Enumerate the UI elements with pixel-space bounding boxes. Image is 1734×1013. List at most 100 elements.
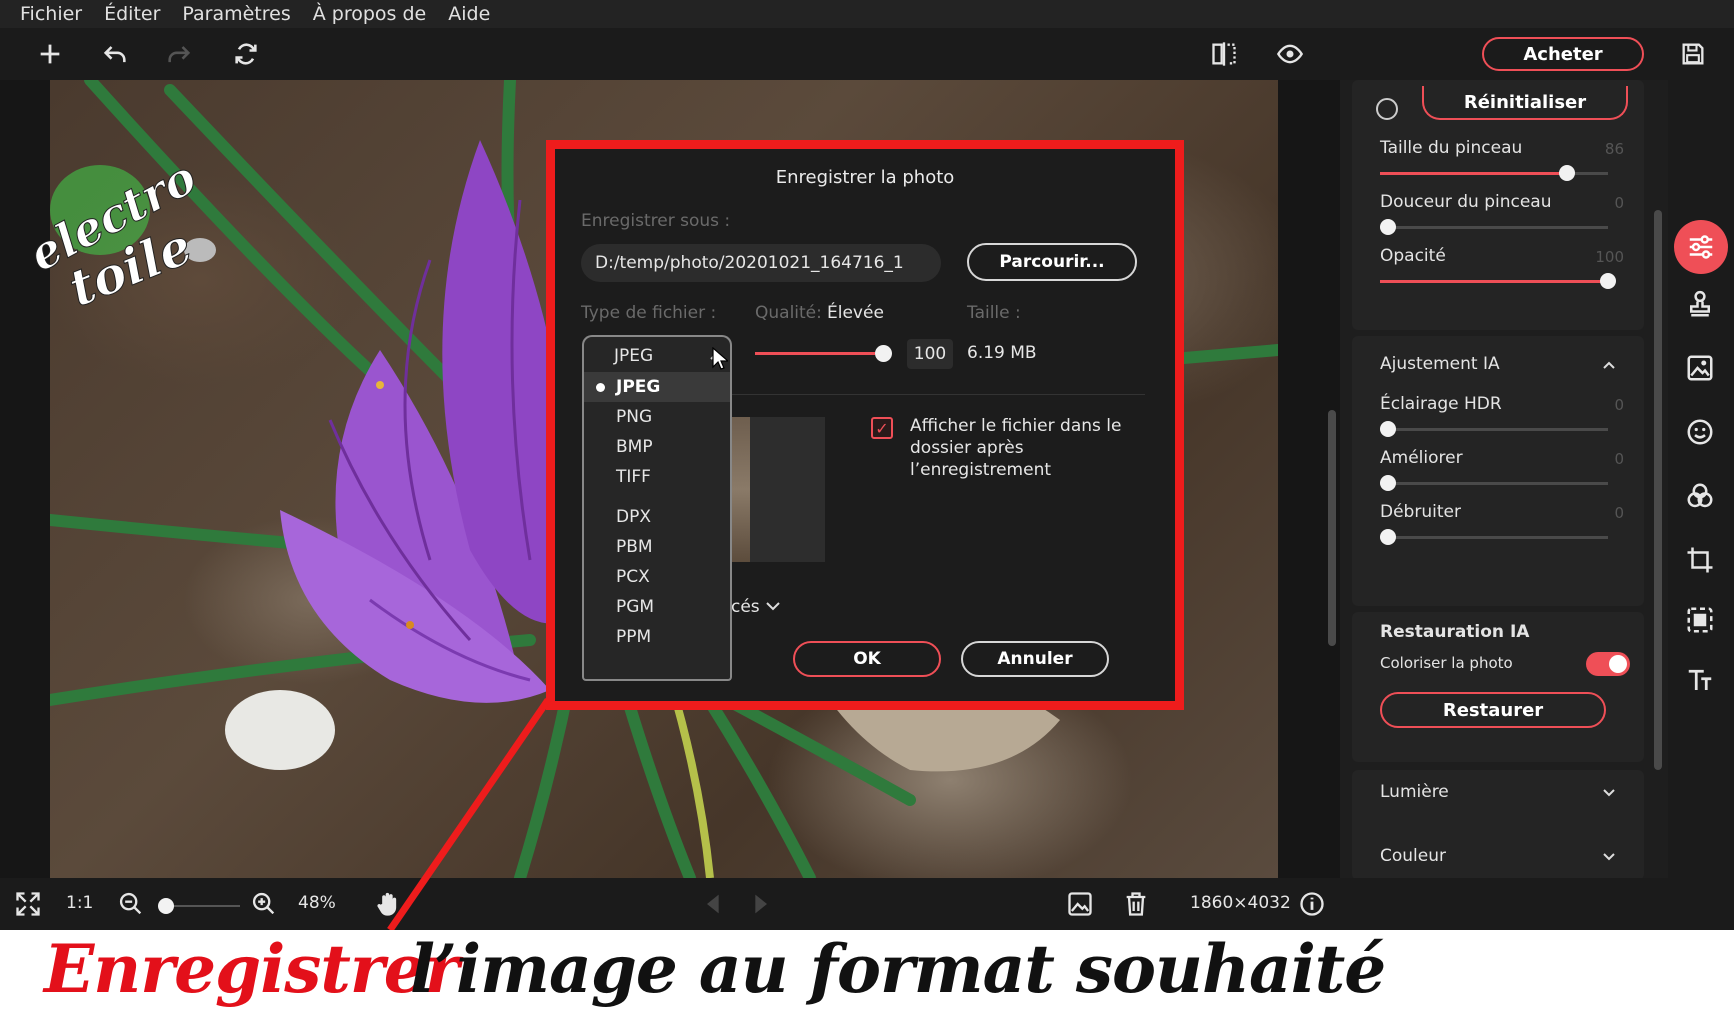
advanced-label: cés (731, 597, 760, 617)
tutorial-caption: Enregistrer l’image au format souhaité (0, 930, 1734, 1013)
adjust-panel: Réinitialiser Taille du pinceau 86 Douce… (1340, 80, 1656, 878)
format-option-tiff[interactable]: TIFF (584, 462, 730, 492)
format-option-dpx[interactable]: DPX (584, 502, 730, 532)
quality-value: Élevée (827, 303, 884, 323)
hdr-value: 0 (1614, 396, 1624, 414)
format-option-pcx[interactable]: PCX (584, 562, 730, 592)
brush-softness-value: 0 (1614, 194, 1624, 212)
brush-size-label: Taille du pinceau (1380, 138, 1523, 158)
show-in-folder-label: Afficher le fichier dans le dossier aprè… (910, 416, 1122, 480)
brush-size-slider[interactable] (1559, 165, 1575, 181)
quality-fill (755, 352, 875, 355)
enhance-slider[interactable] (1380, 475, 1396, 491)
buy-button[interactable]: Acheter (1482, 37, 1644, 71)
browse-button[interactable]: Parcourir... (967, 243, 1137, 281)
undo-icon[interactable] (99, 38, 131, 70)
frame-select-icon[interactable] (1680, 600, 1720, 640)
ai-restore-card: Restauration IA Coloriser la photo Resta… (1352, 612, 1644, 762)
opacity-value: 100 (1595, 248, 1624, 266)
zoom-slider[interactable] (158, 898, 174, 914)
fit-screen-icon[interactable] (14, 890, 42, 918)
save-path-field[interactable]: D:/temp/photo/20201021_164716_1 (581, 244, 941, 282)
zoom-out-icon[interactable] (117, 890, 145, 918)
denoise-label: Débruiter (1380, 502, 1461, 522)
next-image-icon[interactable] (746, 890, 774, 918)
ai-adjust-card: Ajustement IA Éclairage HDR 0 Améliorer … (1352, 336, 1644, 606)
format-option-pbm[interactable]: PBM (584, 532, 730, 562)
face-retouch-icon[interactable] (1680, 412, 1720, 452)
menu-about[interactable]: À propos de (313, 3, 427, 25)
color-section[interactable]: Couleur (1380, 846, 1446, 866)
ai-adjust-title: Ajustement IA (1380, 354, 1500, 374)
prev-image-icon[interactable] (700, 890, 728, 918)
chevron-down-icon[interactable] (1602, 850, 1616, 864)
save-icon[interactable] (1677, 38, 1709, 70)
cancel-button[interactable]: Annuler (961, 641, 1109, 677)
image-dimensions: 1860×4032 (1190, 893, 1291, 913)
denoise-slider[interactable] (1380, 529, 1396, 545)
format-option-png[interactable]: PNG (584, 402, 730, 432)
refresh-icon[interactable] (230, 38, 262, 70)
add-icon[interactable] (34, 38, 66, 70)
brush-softness-slider[interactable] (1380, 219, 1396, 235)
history-icon[interactable] (1376, 98, 1398, 120)
show-in-folder-checkbox[interactable]: ✓ (871, 417, 893, 439)
image-enhance-icon[interactable] (1680, 348, 1720, 388)
stamp-icon[interactable] (1680, 284, 1720, 324)
brush-softness-track (1380, 226, 1608, 229)
opacity-slider[interactable] (1600, 273, 1616, 289)
hdr-slider[interactable] (1380, 421, 1396, 437)
panel-scrollbar[interactable] (1654, 210, 1662, 770)
menu-edit[interactable]: Éditer (104, 3, 160, 25)
preview-eye-icon[interactable] (1274, 38, 1306, 70)
format-option-jpeg[interactable]: JPEG (584, 372, 730, 402)
enhance-value: 0 (1614, 450, 1624, 468)
denoise-track (1380, 536, 1608, 539)
toolbar: Acheter (0, 28, 1734, 80)
light-color-card: Lumière Couleur (1352, 770, 1644, 878)
format-option-ppm[interactable]: PPM (584, 622, 730, 652)
adjust-sliders-icon[interactable] (1674, 220, 1728, 274)
colorize-label: Coloriser la photo (1380, 654, 1513, 672)
crop-icon[interactable] (1680, 540, 1720, 580)
image-icon[interactable] (1066, 890, 1094, 918)
restore-button[interactable]: Restaurer (1380, 692, 1606, 728)
zoom-in-icon[interactable] (250, 890, 278, 918)
ok-button[interactable]: OK (793, 641, 941, 677)
text-icon[interactable] (1680, 660, 1720, 700)
watermark-logo: electro toile (20, 140, 220, 320)
hand-pan-icon[interactable] (374, 890, 402, 918)
reset-button[interactable]: Réinitialiser (1422, 86, 1628, 120)
chevron-up-icon[interactable] (1602, 358, 1616, 372)
quality-slider[interactable] (875, 345, 892, 362)
filetype-select[interactable]: JPEG (582, 335, 732, 373)
canvas-scrollbar[interactable] (1328, 410, 1336, 646)
size-value: 6.19 MB (967, 343, 1037, 363)
menu-file[interactable]: Fichier (20, 3, 82, 25)
advanced-settings-toggle[interactable]: cés (731, 597, 781, 617)
brush-softness-label: Douceur du pinceau (1380, 192, 1552, 212)
quality-number[interactable]: 100 (907, 339, 953, 369)
colorize-toggle[interactable] (1586, 652, 1630, 676)
tool-rail (1668, 80, 1734, 878)
color-circles-icon[interactable] (1680, 476, 1720, 516)
chevron-down-icon (766, 602, 780, 611)
filetype-options: JPEG PNG BMP TIFF DPX PBM PCX PGM PPM (582, 372, 732, 681)
ratio-1-1[interactable]: 1:1 (66, 893, 93, 913)
light-section[interactable]: Lumière (1380, 782, 1449, 802)
info-icon[interactable] (1298, 890, 1326, 918)
brush-card: Réinitialiser Taille du pinceau 86 Douce… (1352, 80, 1644, 330)
redo-icon[interactable] (163, 38, 195, 70)
zoom-level: 48% (298, 893, 336, 913)
chevron-down-icon[interactable] (1602, 786, 1616, 800)
preview-thumbnail (730, 417, 825, 562)
save-as-label: Enregistrer sous : (581, 211, 731, 231)
menu-help[interactable]: Aide (448, 3, 490, 25)
compare-icon[interactable] (1208, 38, 1240, 70)
trash-icon[interactable] (1122, 890, 1150, 918)
caption-highlight: Enregistrer (44, 930, 459, 1008)
format-option-bmp[interactable]: BMP (584, 432, 730, 462)
format-option-pgm[interactable]: PGM (584, 592, 730, 622)
brush-size-value: 86 (1604, 140, 1624, 158)
menu-settings[interactable]: Paramètres (182, 3, 290, 25)
